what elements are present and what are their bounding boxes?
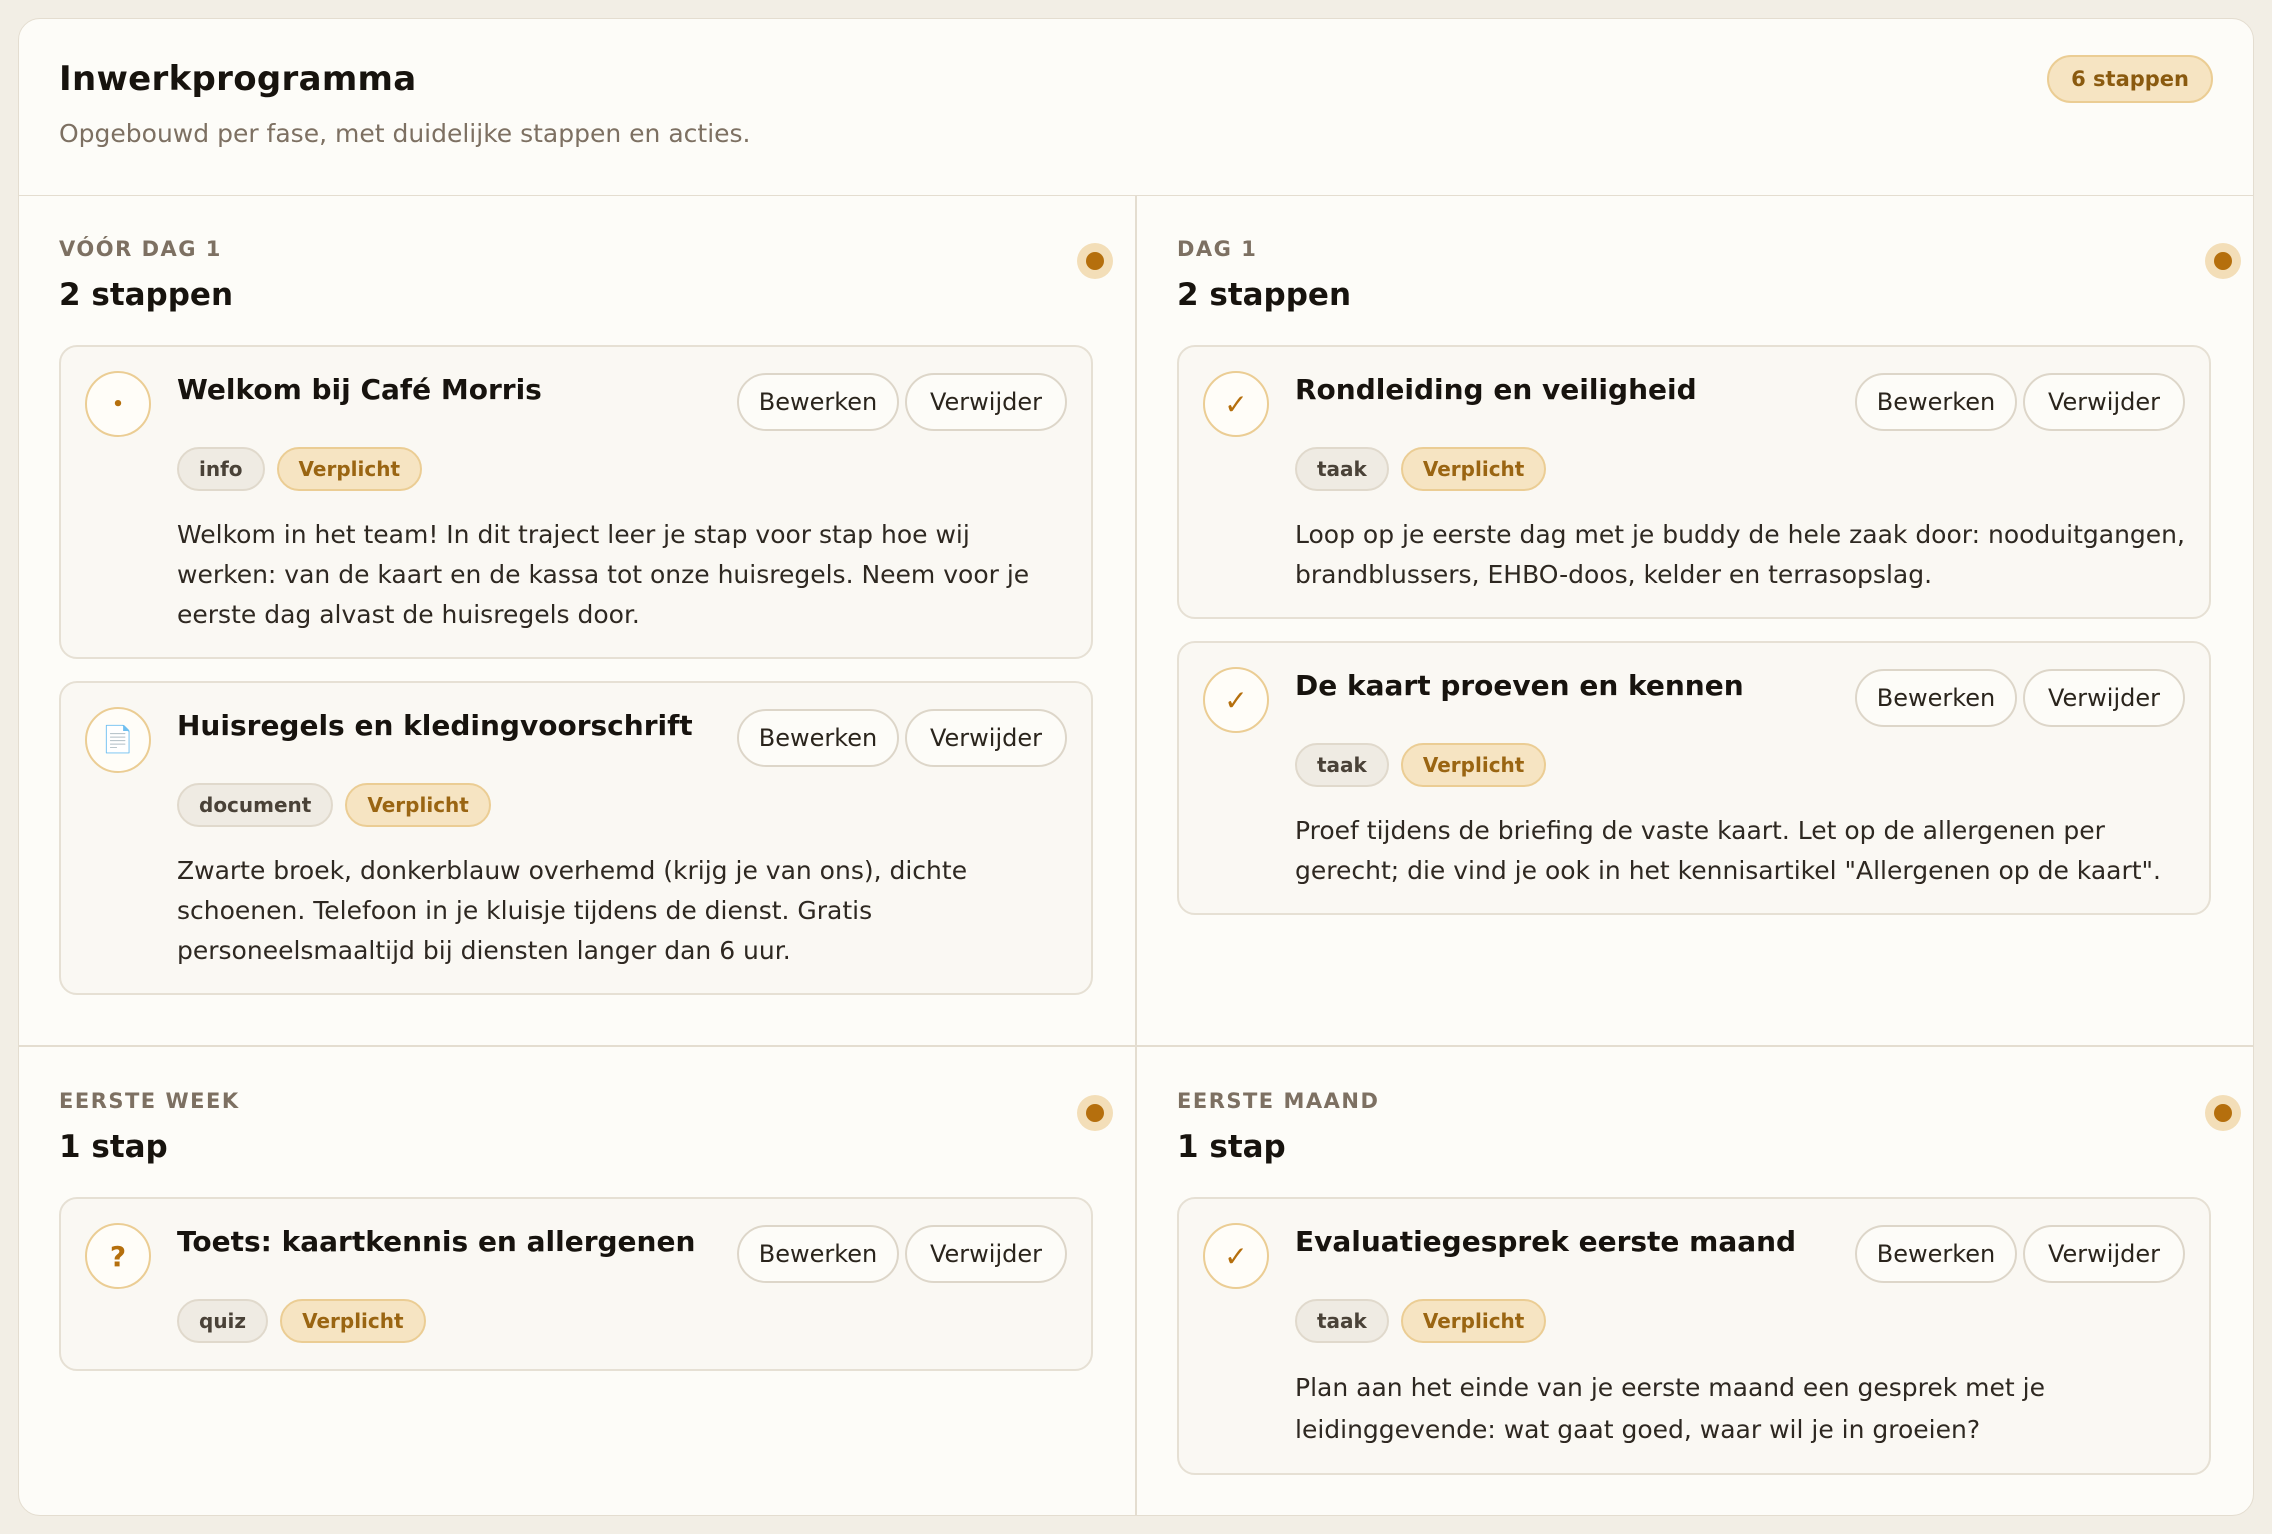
phase-status-dot [2205,1095,2241,1131]
step-tags: taak Verplicht [1295,1299,1547,1343]
step-tags: taak Verplicht [1295,743,1547,787]
check-icon: ✓ [1203,371,1269,437]
onboarding-card: Inwerkprogramma Opgebouwd per fase, met … [18,18,2254,1516]
step-tags: quiz Verplicht [177,1299,426,1343]
page-subtitle: Opgebouwd per fase, met duidelijke stapp… [59,119,751,148]
step-description: Zwarte broek, donkerblauw overhemd (krij… [177,856,968,965]
phase-first-month: EERSTE MAAND 1 stap ✓ Evaluatiegesprek e… [1137,1047,2253,1515]
required-tag: Verplicht [1400,1299,1547,1343]
type-tag: taak [1295,743,1389,787]
dot-icon: • [85,371,151,437]
phase-first-week: EERSTE WEEK 1 stap ? Toets: kaartkennis … [19,1047,1135,1515]
type-tag: document [177,783,334,827]
question-icon: ? [85,1223,151,1289]
phase-step-count: 2 stappen [1177,277,1352,313]
phase-step-count: 1 stap [59,1129,168,1165]
phase-label: DAG 1 [1177,237,1258,261]
card-header: Inwerkprogramma Opgebouwd per fase, met … [19,19,2253,196]
step-tags: info Verplicht [177,447,423,491]
step-title: Huisregels en kledingvoorschrift [177,709,693,742]
required-tag: Verplicht [280,1299,426,1343]
page-title: Inwerkprogramma [59,59,417,99]
total-steps-badge: 6 stappen [2047,55,2213,103]
step-title: Welkom bij Café Morris [177,373,542,406]
step-description: Plan aan het einde van je eerste maand e… [1295,1373,2045,1444]
delete-button[interactable]: Verwijder [2023,373,2185,431]
delete-button[interactable]: Verwijder [2023,1225,2185,1283]
edit-button[interactable]: Bewerken [737,709,899,767]
phase-label: EERSTE MAAND [1177,1089,1380,1113]
step-card: 📄 Huisregels en kledingvoorschrift Bewer… [59,681,1093,995]
edit-button[interactable]: Bewerken [737,373,899,431]
phase-step-count: 1 stap [1177,1129,1286,1165]
step-tags: document Verplicht [177,783,491,827]
step-title: Toets: kaartkennis en allergenen [177,1225,696,1258]
step-card: ? Toets: kaartkennis en allergenen Bewer… [59,1197,1093,1371]
required-tag: Verplicht [276,447,423,491]
document-icon: 📄 [85,707,151,773]
type-tag: quiz [177,1299,269,1343]
step-card: ✓ Evaluatiegesprek eerste maand Bewerken… [1177,1197,2211,1475]
edit-button[interactable]: Bewerken [1855,669,2017,727]
type-tag: info [177,447,265,491]
phase-day-1: DAG 1 2 stappen ✓ Rondleiding en veiligh… [1137,195,2253,1045]
step-description: Welkom in het team! In dit traject leer … [177,520,1030,629]
step-tags: taak Verplicht [1295,447,1547,491]
phase-label: EERSTE WEEK [59,1089,240,1113]
phase-status-dot [1077,1095,1113,1131]
check-icon: ✓ [1203,1223,1269,1289]
edit-button[interactable]: Bewerken [1855,373,2017,431]
phase-label: VÓÓR DAG 1 [59,237,222,261]
phase-step-count: 2 stappen [59,277,234,313]
required-tag: Verplicht [1400,447,1547,491]
delete-button[interactable]: Verwijder [2023,669,2185,727]
delete-button[interactable]: Verwijder [905,1225,1067,1283]
phase-status-dot [2205,243,2241,279]
type-tag: taak [1295,1299,1389,1343]
required-tag: Verplicht [345,783,491,827]
step-card: ✓ De kaart proeven en kennen Bewerken Ve… [1177,641,2211,915]
required-tag: Verplicht [1400,743,1547,787]
delete-button[interactable]: Verwijder [905,709,1067,767]
step-description: Proef tijdens de briefing de vaste kaart… [1295,816,2161,885]
check-icon: ✓ [1203,667,1269,733]
edit-button[interactable]: Bewerken [1855,1225,2017,1283]
step-description: Loop op je eerste dag met je buddy de he… [1295,520,2185,589]
delete-button[interactable]: Verwijder [905,373,1067,431]
phase-status-dot [1077,243,1113,279]
step-card: • Welkom bij Café Morris Bewerken Verwij… [59,345,1093,659]
step-title: Rondleiding en veiligheid [1295,373,1697,406]
step-title: De kaart proeven en kennen [1295,669,1744,702]
edit-button[interactable]: Bewerken [737,1225,899,1283]
step-card: ✓ Rondleiding en veiligheid Bewerken Ver… [1177,345,2211,619]
step-title: Evaluatiegesprek eerste maand [1295,1225,1797,1258]
type-tag: taak [1295,447,1389,491]
phase-before-day-1: VÓÓR DAG 1 2 stappen • Welkom bij Café M… [19,195,1135,1045]
